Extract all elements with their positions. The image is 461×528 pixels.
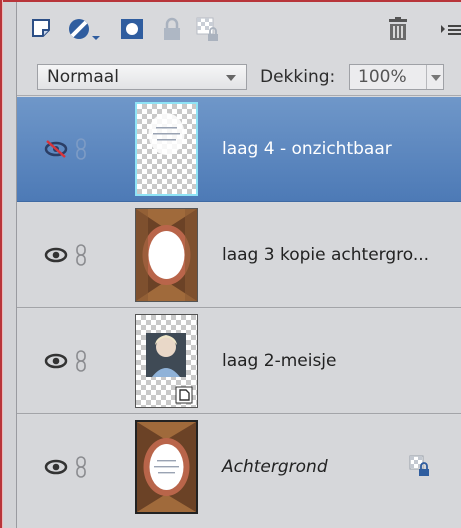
delete-icon[interactable] — [385, 16, 411, 42]
layer-row[interactable]: laag 4 - onzichtbaar — [17, 97, 461, 202]
opacity-value: 100% — [358, 67, 407, 87]
blend-mode-value: Normaal — [47, 67, 119, 87]
link-icon[interactable] — [75, 349, 87, 373]
lock-icon[interactable] — [409, 455, 431, 477]
layer-thumbnail[interactable] — [135, 314, 198, 408]
layer-thumbnail[interactable] — [135, 208, 198, 302]
window-frame-left-highlight — [2, 0, 3, 528]
opacity-divider — [426, 65, 427, 89]
new-layer-icon[interactable] — [29, 16, 55, 42]
lock-all-icon[interactable] — [159, 16, 185, 42]
visibility-icon[interactable] — [44, 350, 68, 372]
visibility-icon[interactable] — [44, 244, 68, 266]
layer-row[interactable]: Achtergrond — [17, 415, 461, 528]
layer-name[interactable]: laag 3 kopie achtergro... — [222, 245, 429, 265]
chevron-down-icon[interactable] — [431, 75, 441, 81]
layer-name[interactable]: laag 2-meisje — [222, 351, 336, 371]
opacity-input[interactable]: 100% — [349, 64, 444, 90]
link-icon[interactable] — [75, 137, 87, 161]
lock-transparency-icon[interactable] — [195, 16, 221, 42]
mask-icon[interactable] — [119, 16, 145, 42]
layers-panel: Normaal Dekking: 100% laag 4 - onzichtba… — [16, 2, 461, 528]
blend-options-row: Normaal Dekking: 100% — [17, 58, 461, 96]
layers-toolbar — [17, 2, 461, 58]
link-icon[interactable] — [75, 455, 87, 479]
layer-row[interactable]: laag 2-meisje — [17, 309, 461, 414]
visibility-icon[interactable] — [44, 456, 68, 478]
layer-row[interactable]: laag 3 kopie achtergro... — [17, 203, 461, 308]
blend-mode-select[interactable]: Normaal — [37, 64, 247, 90]
layer-thumbnail[interactable] — [135, 102, 198, 196]
layer-thumbnail[interactable] — [135, 420, 198, 514]
visibility-hidden-icon[interactable] — [44, 138, 68, 160]
chevron-down-icon — [226, 75, 236, 81]
layer-name[interactable]: laag 4 - onzichtbaar — [222, 139, 392, 159]
opacity-label: Dekking: — [260, 67, 336, 87]
link-icon[interactable] — [75, 243, 87, 267]
adjustment-layer-icon[interactable] — [67, 16, 101, 42]
layer-name[interactable]: Achtergrond — [222, 457, 328, 477]
panel-menu-icon[interactable] — [439, 16, 461, 42]
